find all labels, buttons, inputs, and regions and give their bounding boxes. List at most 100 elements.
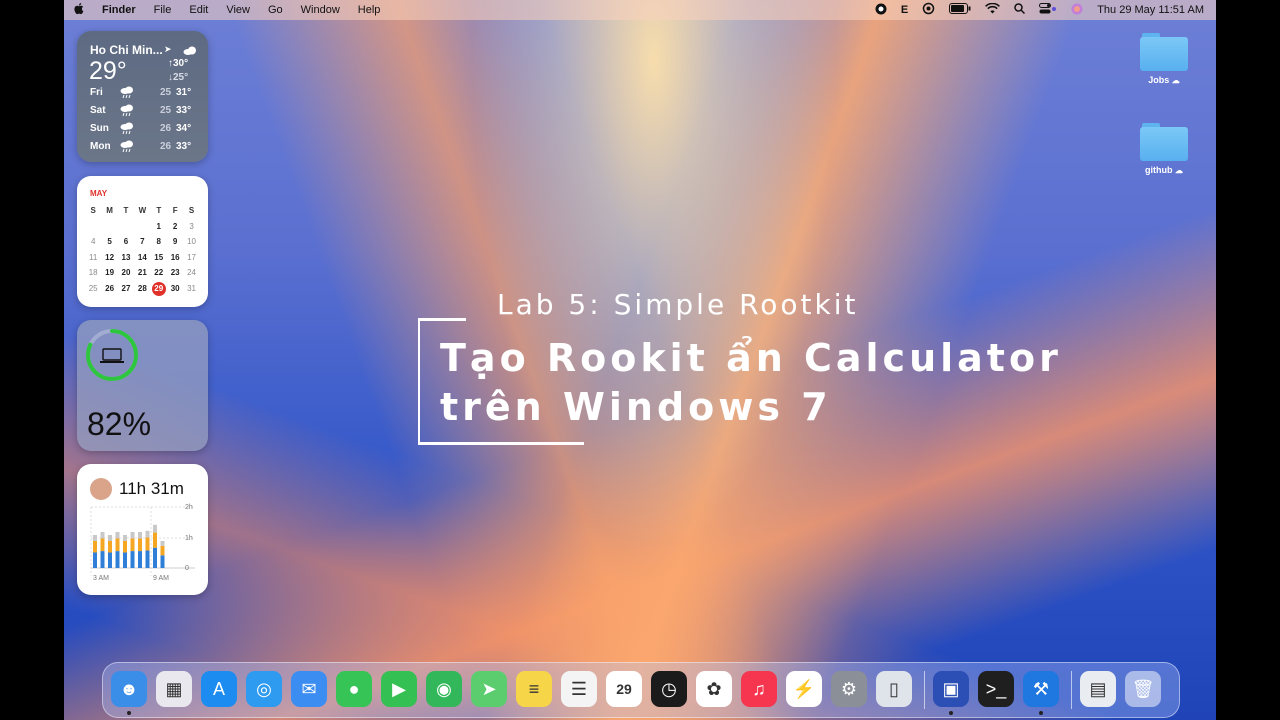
dock-app-xcode-icon[interactable]: ⚒ [1023, 671, 1059, 707]
forecast-day: Fri [90, 87, 103, 98]
calendar-day: 22 [154, 268, 164, 278]
usage-bar [145, 537, 150, 551]
dock-app-messenger-icon[interactable]: ⚡ [786, 671, 822, 707]
x-tick-label: 9 AM [153, 575, 169, 582]
menu-file[interactable]: File [145, 4, 181, 16]
forecast-row: Fri 25 31° [90, 86, 196, 103]
dock-app-photos-icon[interactable]: ✿ [696, 671, 732, 707]
weekday-label: T [156, 206, 162, 215]
dock-app-notes-icon[interactable]: ≡ [516, 671, 552, 707]
calendar-day: 24 [187, 268, 196, 278]
calendar-day [134, 219, 150, 235]
weather-widget[interactable]: Ho Chi Min... ➤ 29° ↑30° ↓25° Fri 25 31°… [77, 31, 208, 162]
dock-app-clock-icon[interactable]: ◷ [651, 671, 687, 707]
desktop-folder-jobs[interactable]: Jobs ☁ [1129, 33, 1199, 85]
usage-bar [160, 555, 165, 568]
menu-help[interactable]: Help [349, 4, 390, 16]
dock-app-system-settings-icon[interactable]: ⚙ [831, 671, 867, 707]
forecast-high: 33° [176, 105, 192, 116]
calendar-day: 5 [107, 237, 112, 247]
dock-app-reminders-icon[interactable]: ☰ [561, 671, 597, 707]
menu-window[interactable]: Window [292, 4, 349, 16]
menu-go[interactable]: Go [259, 4, 292, 16]
slide-subtitle: Lab 5: Simple Rootkit [497, 288, 859, 321]
dock-app-finder-icon[interactable]: ☻ [111, 671, 147, 707]
calendar-day: 2 [172, 221, 178, 231]
forecast-low: 25 [160, 105, 172, 116]
calendar-day: 16 [170, 252, 180, 262]
usage-bar [153, 524, 157, 533]
forecast-row: Mon 26 33° [90, 140, 196, 155]
dock-app-find-my-icon[interactable]: ◉ [426, 671, 462, 707]
dock-separator [924, 671, 925, 709]
usage-bar [108, 540, 112, 553]
folder-icon [1140, 123, 1188, 161]
forecast-day: Mon [90, 141, 111, 152]
usage-bar [123, 552, 127, 568]
y-tick-label: 1h [185, 535, 193, 542]
title-frame-left [418, 318, 420, 445]
menu-edit[interactable]: Edit [180, 4, 217, 16]
battery-widget[interactable]: 82% [77, 320, 208, 451]
dock-app-messages-icon[interactable]: ● [336, 671, 372, 707]
apple-menu-icon[interactable] [64, 2, 93, 18]
battery-icon[interactable] [949, 3, 971, 17]
dock-app-calendar-icon[interactable]: 29 [606, 671, 642, 707]
dock-app-app-store-icon[interactable]: A [201, 671, 237, 707]
usage-bar [123, 540, 127, 553]
dock-app-trash-icon[interactable]: 🗑 [1125, 671, 1161, 707]
weather-city: Ho Chi Min... [90, 43, 163, 57]
calendar-day: 3 [189, 221, 194, 231]
y-tick-label: 0 [185, 565, 189, 572]
screen-time-widget[interactable]: 11h 31m 2h 1h 0 3 AM 9 AM [77, 464, 208, 595]
desktop: Finder File Edit View Go Window Help E T… [64, 0, 1216, 720]
title-frame-top [418, 318, 466, 321]
desktop-folder-github[interactable]: github ☁ [1129, 123, 1199, 175]
weekday-label: W [138, 206, 147, 215]
calendar-day: 21 [137, 268, 147, 278]
battery-percent: 82% [87, 406, 152, 442]
dock-app-safari-icon[interactable]: ◎ [246, 671, 282, 707]
usage-bar [93, 535, 97, 541]
usage-bar [145, 530, 150, 538]
usage-bar [130, 532, 135, 539]
usage-bar [108, 552, 112, 568]
search-icon[interactable] [1014, 3, 1026, 17]
weather-low: ↓25° [168, 72, 189, 83]
calendar-day: 13 [121, 252, 131, 262]
app-menu-finder[interactable]: Finder [93, 4, 145, 16]
dock-app-maps-icon[interactable]: ➤ [471, 671, 507, 707]
dock-app-mail-icon[interactable]: ✉ [291, 671, 327, 707]
calendar-day: 27 [121, 283, 131, 293]
control-center-icon[interactable] [1039, 3, 1057, 17]
dock-app-music-icon[interactable]: ♫ [741, 671, 777, 707]
title-frame-bottom [418, 442, 584, 445]
calendar-day: 20 [121, 268, 131, 278]
calendar-day: 9 [172, 237, 178, 247]
usage-bar [115, 551, 120, 568]
rain-cloud-icon [120, 104, 134, 121]
usage-bar [138, 532, 142, 539]
dock-app-screen-sharing-icon[interactable]: ▣ [933, 671, 969, 707]
weather-high: ↑30° [168, 58, 189, 69]
menu-view[interactable]: View [217, 4, 259, 16]
record-icon[interactable] [875, 3, 887, 18]
running-indicator [1039, 711, 1043, 715]
calendar-day: 28 [137, 283, 147, 293]
calendar-widget[interactable]: MAY S M T W T F S 1 2 3 4 5 6 7 8 9 10 11 12 13 14 15 16 17 18 19… [77, 176, 208, 307]
rain-cloud-icon [120, 86, 134, 103]
running-indicator [949, 711, 953, 715]
wifi-icon[interactable] [985, 2, 1001, 17]
menu-clock[interactable]: Thu 29 May 11:51 AM [1097, 4, 1204, 16]
calendar-day: 7 [140, 237, 145, 247]
calendar-day: 31 [187, 283, 196, 293]
siri-icon[interactable] [1071, 3, 1083, 18]
dock-app-iphone-mirroring-icon[interactable]: ▯ [876, 671, 912, 707]
dock-app-archive-utility-icon[interactable]: ▤ [1080, 671, 1116, 707]
calendar-day: 17 [187, 252, 196, 262]
dock-app-facetime-icon[interactable]: ▶ [381, 671, 417, 707]
extension-icon[interactable] [922, 2, 935, 18]
dock-app-terminal-icon[interactable]: >_ [978, 671, 1014, 707]
keyboard-input-icon[interactable]: E [901, 4, 908, 16]
dock-app-launchpad-icon[interactable]: ▦ [156, 671, 192, 707]
